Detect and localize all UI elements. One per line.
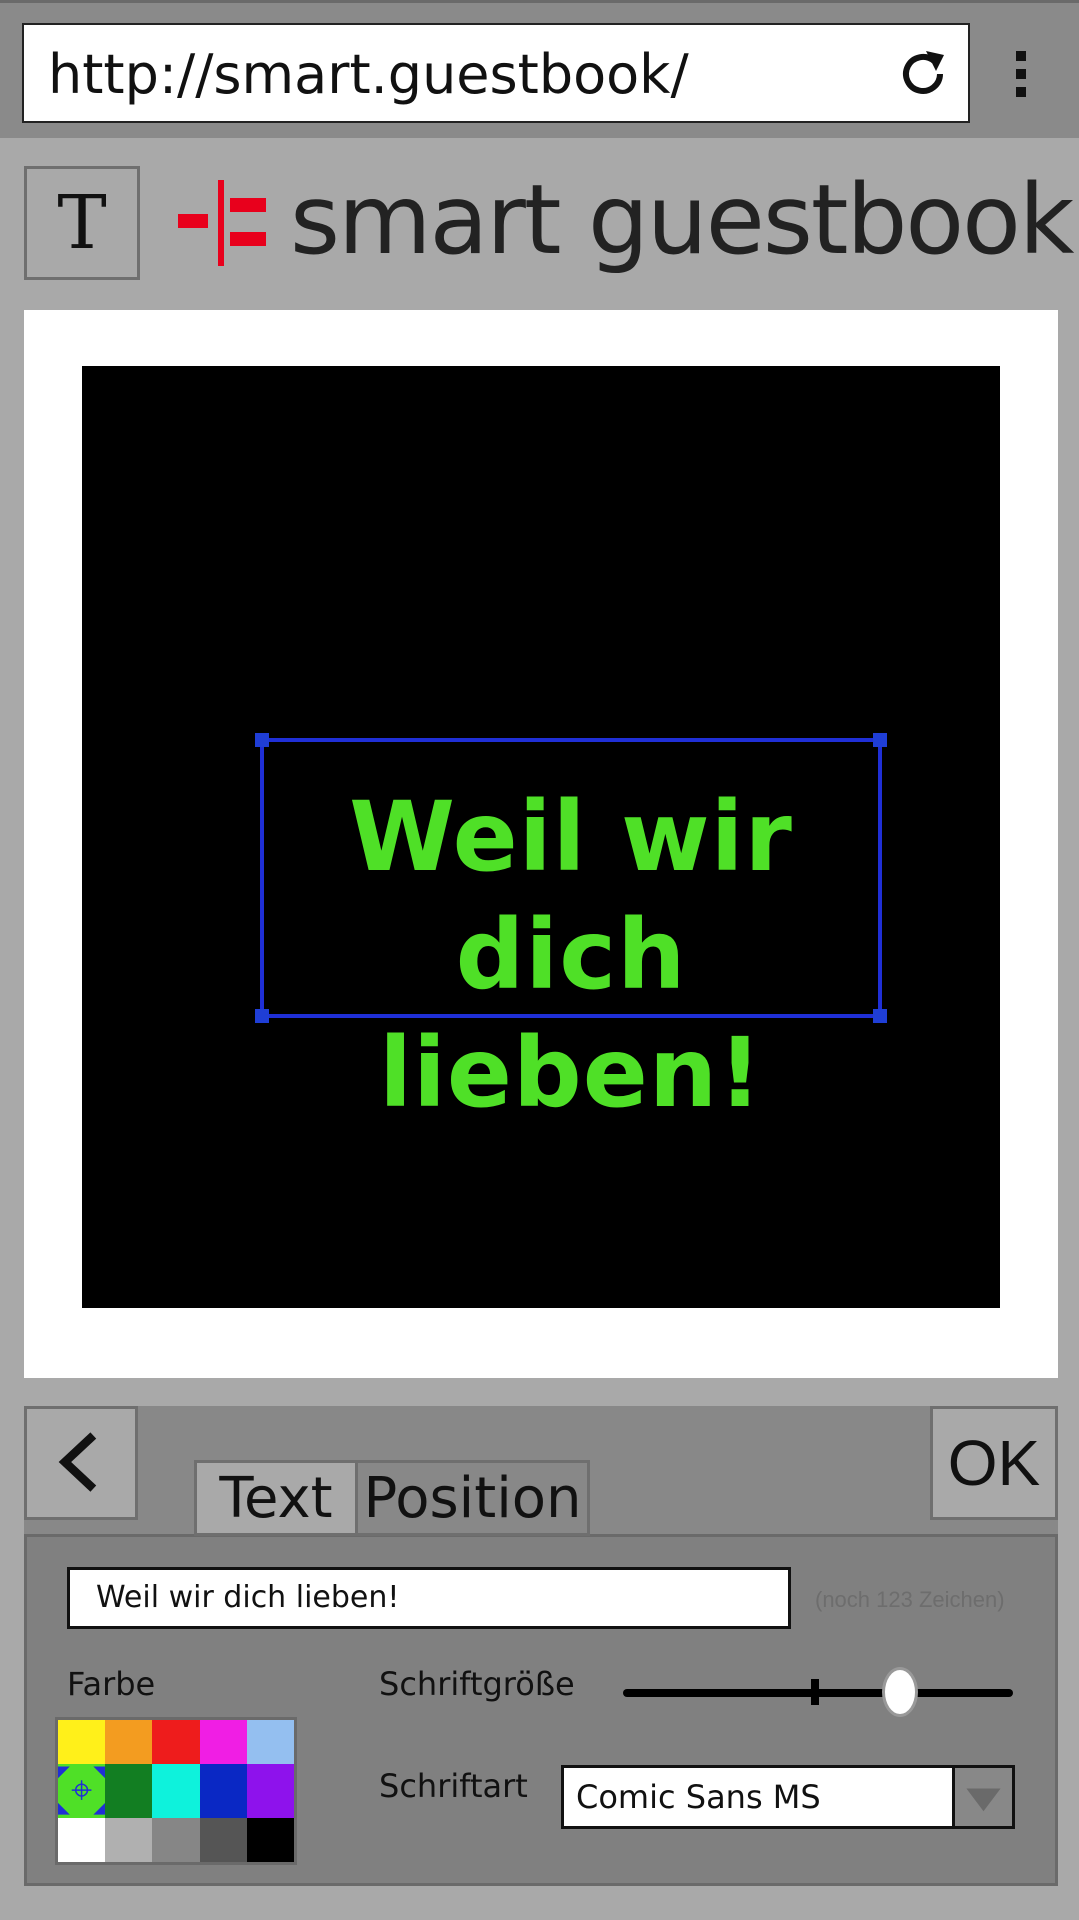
color-swatch[interactable] [199,1720,247,1765]
font-select-value: Comic Sans MS [576,1778,821,1816]
tab-text[interactable]: Text [194,1460,358,1536]
resize-handle-top-left[interactable] [255,733,269,747]
logo-text: smart guestbook [290,164,1074,276]
color-swatch[interactable] [58,1720,106,1765]
color-swatch[interactable] [105,1720,153,1765]
canvas-text[interactable]: Weil wir dich lieben! [264,778,878,1132]
url-text[interactable]: http://smart.guestbook/ [48,43,689,106]
resize-handle-top-right[interactable] [873,733,887,747]
color-swatch[interactable] [105,1817,153,1862]
vertical-dots-icon[interactable] [1006,51,1036,99]
color-swatch[interactable] [199,1764,247,1818]
canvas-text-line2: dich lieben! [379,899,763,1129]
tab-bar: Text Position [194,1460,590,1536]
canvas-text-line1: Weil wir [349,781,793,893]
font-size-slider-default-mark [811,1679,819,1705]
font-label: Schriftart [379,1767,528,1805]
color-swatch[interactable] [246,1817,294,1862]
font-size-slider-thumb[interactable] [881,1667,918,1717]
smart-guestbook-logo-mark [178,180,266,266]
back-button[interactable] [24,1406,138,1520]
char-count: (noch 123 Zeichen) [815,1587,1005,1612]
color-swatch[interactable] [246,1764,294,1818]
chevron-left-icon [58,1432,97,1492]
font-size-label: Schriftgröße [379,1665,575,1703]
text-settings-panel: Weil wir dich lieben! (noch 123 Zeichen)… [24,1534,1058,1886]
color-label: Farbe [67,1665,156,1703]
font-select[interactable]: Comic Sans MS [561,1765,1015,1829]
color-swatch-selected[interactable] [58,1764,106,1818]
color-swatch[interactable] [199,1817,247,1862]
selected-color-marker-icon [58,1766,106,1816]
color-swatch[interactable] [58,1817,106,1862]
design-canvas[interactable]: Weil wir dich lieben! [82,366,1000,1308]
color-swatch[interactable] [246,1720,294,1765]
text-input[interactable]: Weil wir dich lieben! [67,1567,791,1629]
color-swatch[interactable] [152,1720,200,1765]
color-swatch[interactable] [152,1764,200,1818]
url-bar[interactable]: http://smart.guestbook/ [22,23,970,123]
text-tool-button[interactable]: T [24,166,140,280]
text-selection-box[interactable]: Weil wir dich lieben! [255,733,887,1129]
canvas-frame: Weil wir dich lieben! [24,310,1058,1378]
reload-icon[interactable] [896,47,950,101]
browser-toolbar: http://smart.guestbook/ [0,0,1079,138]
color-swatch[interactable] [152,1817,200,1862]
color-swatch[interactable] [105,1764,153,1818]
ok-button[interactable]: OK [930,1406,1058,1520]
dropdown-arrow-icon[interactable] [952,1768,1012,1826]
tab-position[interactable]: Position [358,1460,590,1536]
color-palette [55,1717,297,1865]
